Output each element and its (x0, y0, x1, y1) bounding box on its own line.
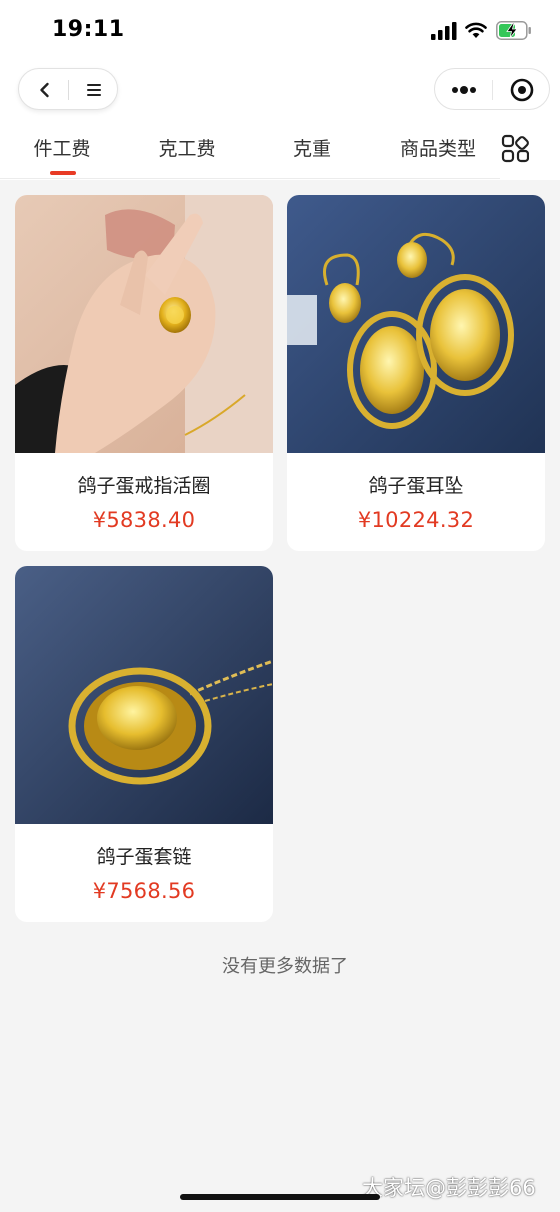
product-price: ¥10224.32 (357, 508, 475, 532)
more-icon[interactable] (449, 78, 477, 102)
product-name: 鸽子蛋耳坠 (368, 475, 464, 497)
back-icon[interactable] (33, 78, 57, 102)
product-card[interactable]: 鸽子蛋耳坠 ¥10224.32 (287, 195, 545, 551)
active-tab-indicator (50, 171, 76, 175)
tab-gram-labor-fee[interactable]: 克工费 (127, 134, 247, 178)
no-more-data-text: 没有更多数据了 (222, 956, 348, 977)
status-time: 19:11 (52, 17, 125, 42)
close-miniprogram-icon[interactable] (509, 77, 535, 103)
gold-pendant-necklace-image (15, 566, 273, 824)
capsule-divider (492, 80, 493, 100)
tab-label: 克重 (292, 138, 331, 160)
home-indicator[interactable] (180, 1194, 380, 1200)
capsule-divider (68, 80, 69, 100)
tab-label: 克工费 (158, 138, 216, 160)
tab-label: 商品类型 (399, 138, 476, 160)
tab-gram-weight[interactable]: 克重 (252, 134, 372, 178)
product-name: 鸽子蛋戒指活圈 (77, 475, 211, 497)
battery-charging-icon (496, 21, 531, 40)
status-bar: 19:11 (0, 0, 560, 62)
nav-capsule (18, 68, 118, 110)
cellular-signal-icon (431, 22, 457, 40)
tab-product-type[interactable]: 商品类型 (378, 134, 498, 178)
gold-ring-on-hand-image (15, 195, 273, 453)
tabs-divider (0, 178, 500, 179)
system-capsule (434, 68, 550, 110)
product-name: 鸽子蛋套链 (96, 846, 192, 868)
watermark: 大家坛@彭彭彭66 (362, 1176, 536, 1200)
product-price: ¥7568.56 (92, 879, 196, 903)
tab-label: 件工费 (33, 138, 91, 160)
menu-icon[interactable] (82, 78, 106, 102)
product-card[interactable]: 鸽子蛋套链 ¥7568.56 (15, 566, 273, 922)
product-price: ¥5838.40 (92, 508, 196, 532)
gold-earrings-image (287, 195, 545, 453)
product-card[interactable]: 鸽子蛋戒指活圈 ¥5838.40 (15, 195, 273, 551)
wifi-icon (465, 22, 487, 38)
category-grid-icon[interactable] (501, 134, 529, 164)
filter-tabs: 件工费 克工费 克重 商品类型 (0, 122, 500, 180)
